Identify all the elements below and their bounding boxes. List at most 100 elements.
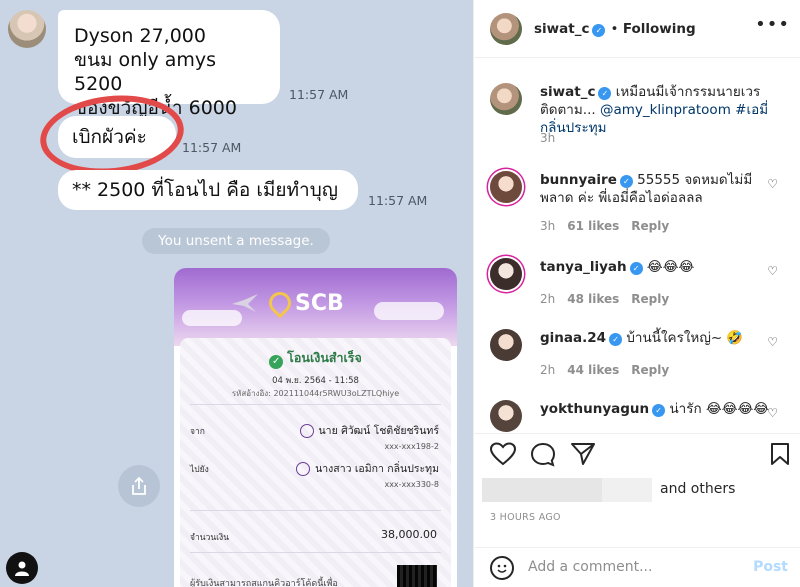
from-label: จาก: [190, 427, 205, 437]
caption-mention[interactable]: @amy_klinpratoom: [600, 102, 731, 118]
to-name: นางสาว เอมิกา กลิ่นประทุม: [296, 460, 439, 477]
commenter-avatar[interactable]: [490, 171, 522, 203]
transfer-reference: รหัสอ้างอิง: 202111044r5RWU3oLZTLQhiye: [180, 387, 451, 400]
like-comment-icon[interactable]: ♡: [767, 406, 778, 420]
author-username[interactable]: siwat_c: [534, 21, 589, 37]
bank-transfer-receipt[interactable]: SCB ✓ โอนเงินสำเร็จ 04 พ.ย. 2564 - 11:58 …: [174, 268, 457, 587]
comment-meta: 2h 44 likes Reply: [540, 363, 669, 377]
more-options-icon[interactable]: •••: [755, 14, 790, 35]
qr-code: [397, 565, 437, 587]
comment-item: ginaa.24 ✓ บ้านนี้ใครใหญ่~ 🤣 2h 44 likes Re…: [490, 329, 790, 379]
comment-text: tanya_liyah ✓ 😂😂😂: [540, 258, 780, 276]
comment-likes[interactable]: 61 likes: [567, 219, 619, 233]
and-others-text[interactable]: and others: [660, 481, 735, 497]
bookmark-icon[interactable]: [770, 442, 790, 466]
comment-text: bunnyaire ✓ 55555 จดหมดไม่มีพลาด ค่ะ พี่เ…: [540, 171, 780, 207]
reply-button[interactable]: Reply: [631, 219, 669, 233]
caption-username[interactable]: siwat_c: [540, 84, 595, 100]
comment-likes[interactable]: 44 likes: [567, 363, 619, 377]
chat-bubble-transfer-note: ** 2500 ที่โอนไป คือ เมียทำบุญ: [58, 170, 358, 210]
like-comment-icon[interactable]: ♡: [767, 335, 778, 349]
transfer-date: 04 พ.ย. 2564 - 11:58: [272, 376, 359, 386]
profile-button[interactable]: [6, 552, 38, 584]
cloud-decoration: [374, 302, 444, 320]
post-header: siwat_c ✓ • Following •••: [474, 0, 800, 58]
to-account: xxx-xxx330-8: [384, 480, 439, 489]
user-icon: [15, 561, 29, 576]
receipt-footer-text: ผู้รับเงินสามารถสแกนคิวอาร์โค้ดนี้เพื่อ: [190, 579, 338, 587]
message-time: 11:57 AM: [289, 87, 349, 102]
post-actions-bar: [474, 433, 800, 473]
send-paper-plane-icon[interactable]: [570, 442, 596, 466]
like-comment-icon[interactable]: ♡: [767, 264, 778, 278]
commenter-avatar[interactable]: [490, 258, 522, 290]
scb-brand-text: SCB: [295, 290, 344, 316]
emoji-smiley-icon[interactable]: [490, 556, 514, 580]
amount-value: 38,000.00: [381, 528, 437, 541]
message-time: 11:57 AM: [368, 193, 428, 208]
following-button[interactable]: Following: [623, 21, 696, 37]
message-time: 11:57 AM: [182, 140, 242, 155]
commenter-username[interactable]: tanya_liyah: [540, 259, 627, 275]
post-comment-button[interactable]: Post: [753, 559, 788, 575]
transfer-success-text: โอนเงินสำเร็จ: [287, 350, 362, 365]
scb-small-icon: [299, 423, 314, 438]
bubble-line: ขนม only amys 5200: [74, 49, 217, 95]
reply-button[interactable]: Reply: [631, 292, 669, 306]
amount-label: จำนวนเงิน: [190, 533, 230, 543]
divider: [190, 552, 441, 553]
verified-badge-icon: ✓: [609, 333, 623, 346]
comment-item: tanya_liyah ✓ 😂😂😂 2h 48 likes Reply ♡: [490, 258, 790, 308]
scb-small-icon: [296, 461, 311, 476]
share-button[interactable]: [118, 465, 160, 507]
chat-bubble-expenses: Dyson 27,000 ขนม only amys 5200 ของขวัญอ…: [58, 10, 280, 119]
commenter-avatar[interactable]: [490, 329, 522, 361]
caption-time: 3h: [540, 131, 556, 145]
commenter-username[interactable]: ginaa.24: [540, 330, 606, 346]
comment-text: ginaa.24 ✓ บ้านนี้ใครใหญ่~ 🤣: [540, 329, 780, 347]
reference-label: รหัสอ้างอิง:: [231, 389, 271, 398]
reference-value: 202111044r5RWU3oLZTLQhiye: [273, 389, 400, 398]
commenter-username[interactable]: bunnyaire: [540, 172, 617, 188]
commenter-username[interactable]: yokthunyagun: [540, 401, 649, 417]
comment-time: 2h: [540, 292, 556, 306]
verified-badge-icon: ✓: [598, 87, 612, 100]
like-heart-icon[interactable]: [490, 442, 516, 466]
from-account: xxx-xxx198-2: [384, 442, 439, 451]
post-caption: siwat_c ✓ เหมือนมีเจ้ากรรมนายเวรติดตาม...…: [490, 83, 790, 147]
receipt-body: ✓ โอนเงินสำเร็จ 04 พ.ย. 2564 - 11:58 รหัส…: [180, 338, 451, 587]
to-name-text: นางสาว เอมิกา กลิ่นประทุม: [315, 463, 439, 475]
comment-likes[interactable]: 48 likes: [567, 292, 619, 306]
from-name-text: นาย ศิวัฒน์ โชติชัยชรินทร์: [318, 425, 440, 437]
chat-screenshot: Dyson 27,000 ขนม only amys 5200 ของขวัญอ…: [0, 0, 473, 587]
divider: [190, 510, 441, 511]
comment-time: 2h: [540, 363, 556, 377]
post-timestamp: 3 HOURS AGO: [490, 512, 561, 523]
verified-badge-icon: ✓: [629, 262, 643, 275]
commenter-avatar[interactable]: [490, 400, 522, 432]
author-line: siwat_c ✓ • Following: [534, 21, 696, 37]
like-comment-icon[interactable]: ♡: [767, 177, 778, 191]
verified-badge-icon: ✓: [652, 404, 666, 417]
receipt-header-banner: SCB: [174, 268, 457, 346]
bubble-line: Dyson 27,000: [74, 25, 206, 47]
to-label: ไปยัง: [190, 465, 209, 475]
check-icon: ✓: [269, 355, 284, 369]
author-avatar[interactable]: [490, 13, 522, 45]
verified-badge-icon: ✓: [592, 24, 606, 37]
comment-item: yokthunyagun ✓ น่ารัก 😂😂😂😂 ♡: [490, 400, 790, 432]
unsent-message-notice: You unsent a message.: [142, 228, 330, 254]
smiley-face-icon: [497, 564, 507, 573]
caption-avatar[interactable]: [490, 83, 522, 115]
comment-input[interactable]: [528, 554, 743, 580]
share-icon: [132, 476, 146, 495]
bird-icon: [232, 294, 258, 312]
comment-text: yokthunyagun ✓ น่ารัก 😂😂😂😂: [540, 400, 780, 418]
comment-bubble-icon[interactable]: [530, 442, 556, 468]
scb-logo: SCB: [264, 287, 363, 319]
verified-badge-icon: ✓: [619, 175, 633, 188]
likes-summary[interactable]: and others: [482, 478, 792, 502]
reply-button[interactable]: Reply: [631, 363, 669, 377]
comment-body: บ้านนี้ใครใหญ่~ 🤣: [626, 330, 744, 346]
blurred-liker-names: [602, 478, 652, 502]
